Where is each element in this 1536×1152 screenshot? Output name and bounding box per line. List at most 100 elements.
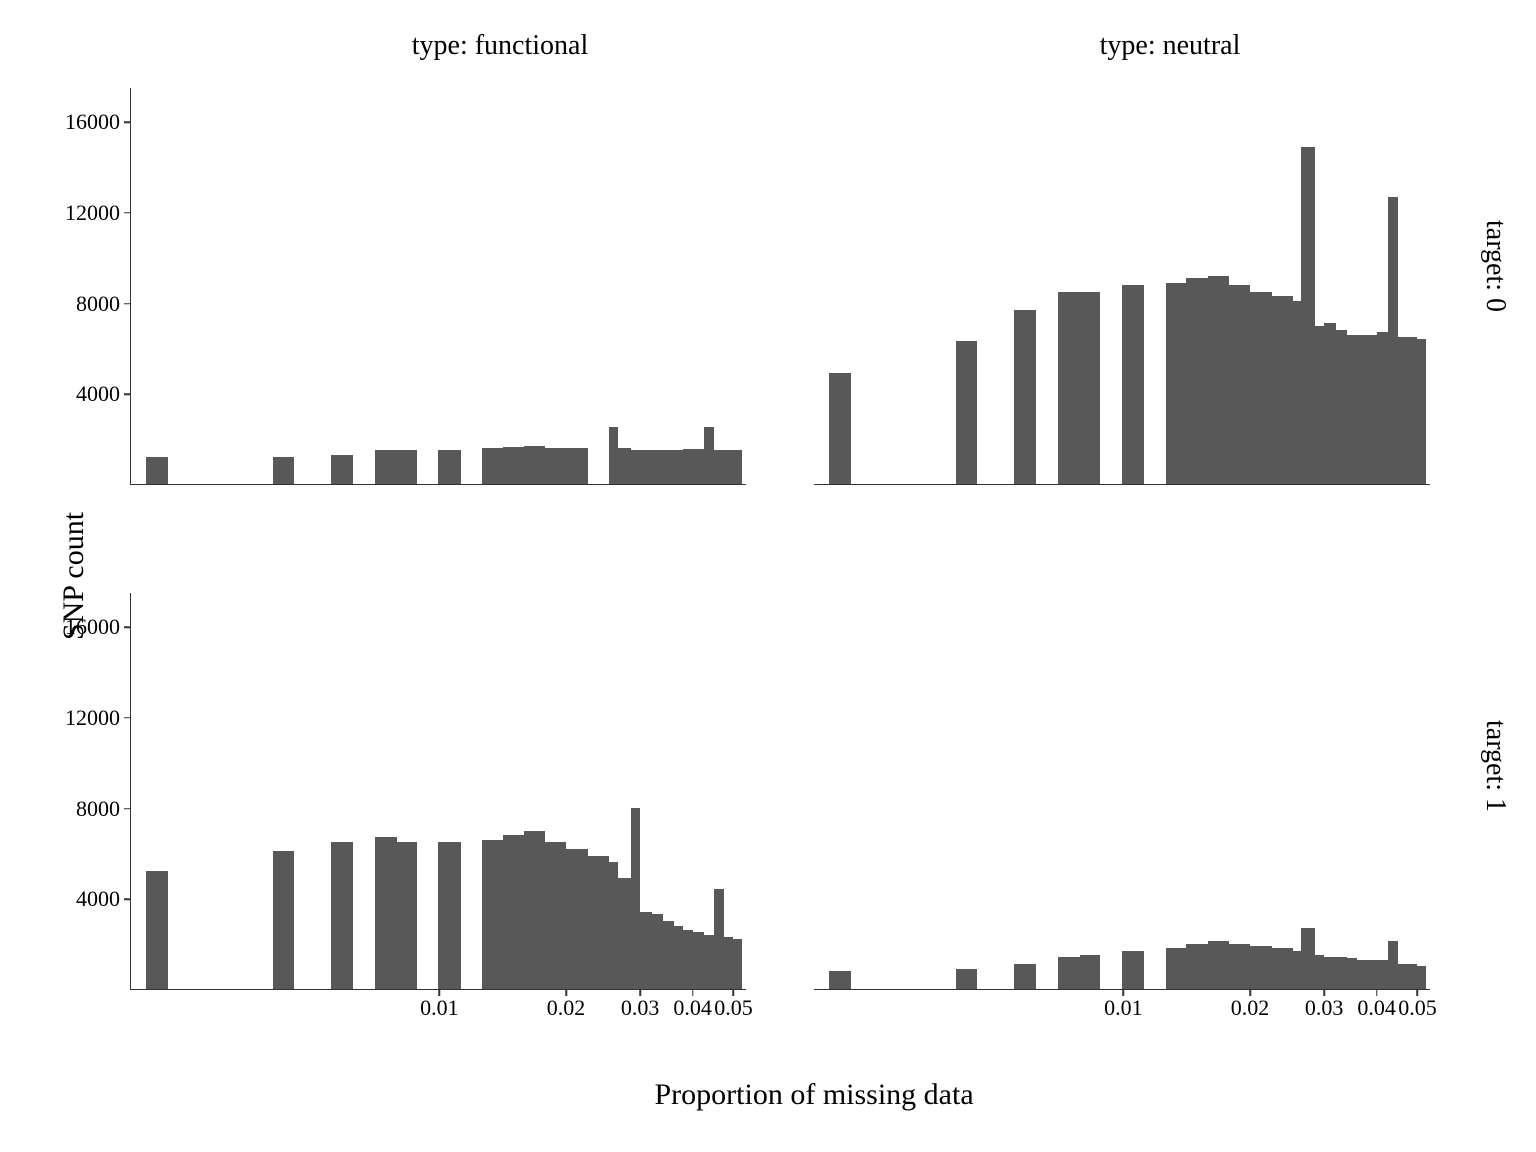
histogram-bar — [640, 450, 652, 484]
histogram-bar — [704, 935, 714, 989]
histogram-bar — [640, 912, 652, 989]
histogram-bar — [482, 840, 503, 989]
histogram-bar — [663, 450, 673, 484]
x-tick-label: 0.04 — [673, 995, 712, 1021]
histogram-bar — [1315, 955, 1324, 989]
histogram-bar — [1388, 197, 1398, 484]
histogram-bar — [1336, 330, 1347, 484]
panel-neutral-0 — [794, 70, 1450, 545]
histogram-bar — [829, 971, 851, 989]
y-tick-label: 16000 — [65, 109, 128, 135]
histogram-bar — [566, 849, 587, 989]
histogram-bar — [397, 842, 417, 989]
histogram-bar — [566, 448, 587, 484]
histogram-bar — [1272, 296, 1293, 484]
x-tick-label: 0.02 — [547, 995, 586, 1021]
histogram-bar — [1250, 946, 1272, 989]
y-tick-mark — [124, 212, 130, 214]
histogram-bar — [1301, 147, 1314, 484]
histogram-bar — [1388, 941, 1398, 989]
histogram-bar — [683, 930, 692, 989]
histogram-bar — [1080, 955, 1100, 989]
panel-functional-1: 4000800012000160000.010.020.030.040.05 — [110, 575, 766, 1050]
histogram-bar — [1186, 944, 1208, 989]
y-tick-label: 4000 — [76, 381, 128, 407]
histogram-bar — [1229, 944, 1250, 989]
y-tick-mark — [124, 394, 130, 396]
histogram-bar — [1377, 960, 1388, 989]
histogram-bar — [631, 450, 640, 484]
histogram-bar — [1408, 964, 1417, 989]
histogram-bar — [663, 921, 673, 989]
histogram-bar — [146, 871, 167, 989]
histogram-bar — [1272, 948, 1293, 989]
histogram-bar — [733, 939, 742, 989]
histogram-bar — [438, 842, 461, 989]
histogram-bar — [829, 373, 851, 484]
histogram-bar — [438, 450, 461, 484]
histogram-bar — [724, 937, 733, 989]
histogram-bar — [545, 448, 566, 484]
y-tick-mark — [124, 808, 130, 810]
x-tick-label: 0.04 — [1357, 995, 1396, 1021]
histogram-bar — [588, 856, 609, 990]
y-tick-mark — [124, 899, 130, 901]
x-tick-mark — [1417, 990, 1419, 996]
histogram-bar — [652, 914, 663, 989]
histogram-bar — [674, 450, 684, 484]
histogram-bar — [273, 851, 294, 989]
histogram-bar — [1058, 292, 1080, 484]
histogram-bar — [524, 446, 545, 484]
histogram-bar — [724, 450, 733, 484]
histogram-bar — [714, 889, 724, 989]
histogram-bar — [397, 450, 417, 484]
x-tick-mark — [565, 990, 567, 996]
histogram-bar — [503, 835, 525, 989]
x-tick-mark — [733, 990, 735, 996]
histogram-bar — [1336, 957, 1347, 989]
histogram-bar — [1186, 278, 1208, 484]
histogram-bar — [1166, 948, 1187, 989]
histogram-bar — [331, 842, 353, 989]
col-title-functional: type: functional — [300, 30, 700, 62]
histogram-bar — [733, 450, 742, 484]
histogram-bar — [714, 450, 724, 484]
x-tick-label: 0.03 — [1305, 995, 1344, 1021]
col-title-neutral: type: neutral — [970, 30, 1370, 62]
histogram-bar — [1347, 958, 1357, 989]
histogram-bar — [1293, 951, 1301, 989]
histogram-bar — [956, 969, 978, 989]
x-tick-label: 0.05 — [1398, 995, 1437, 1021]
histogram-bar — [609, 427, 617, 484]
histogram-bar — [1301, 928, 1314, 989]
x-tick-label: 0.01 — [1104, 995, 1143, 1021]
histogram-bar — [375, 450, 397, 484]
histogram-bar — [1417, 339, 1426, 484]
histogram-bar — [1250, 292, 1272, 484]
histogram-bar — [482, 448, 503, 484]
histogram-bar — [1058, 957, 1080, 989]
x-tick-label: 0.03 — [621, 995, 660, 1021]
histogram-bar — [1347, 335, 1357, 484]
histogram-bar — [1122, 285, 1145, 484]
histogram-bar — [331, 455, 353, 484]
facet-figure: SNP count Proportion of missing data typ… — [0, 0, 1536, 1152]
histogram-bar — [683, 449, 692, 484]
histogram-bar — [1357, 960, 1367, 989]
y-tick-label: 12000 — [65, 705, 128, 731]
row-title-target0: target: 0 — [1479, 220, 1511, 312]
histogram-bar — [704, 427, 714, 484]
histogram-bar — [1367, 960, 1376, 989]
histogram-bar — [1014, 964, 1036, 989]
y-tick-mark — [124, 121, 130, 123]
histogram-bar — [273, 457, 294, 484]
y-tick-label: 8000 — [76, 291, 128, 317]
x-tick-mark — [1123, 990, 1125, 996]
histogram-bar — [1208, 276, 1229, 484]
histogram-bar — [1324, 957, 1336, 989]
histogram-bar — [609, 862, 617, 989]
histogram-bar — [1398, 964, 1408, 989]
x-tick-mark — [439, 990, 441, 996]
histogram-bar — [503, 447, 525, 484]
histogram-bar — [1324, 323, 1336, 484]
